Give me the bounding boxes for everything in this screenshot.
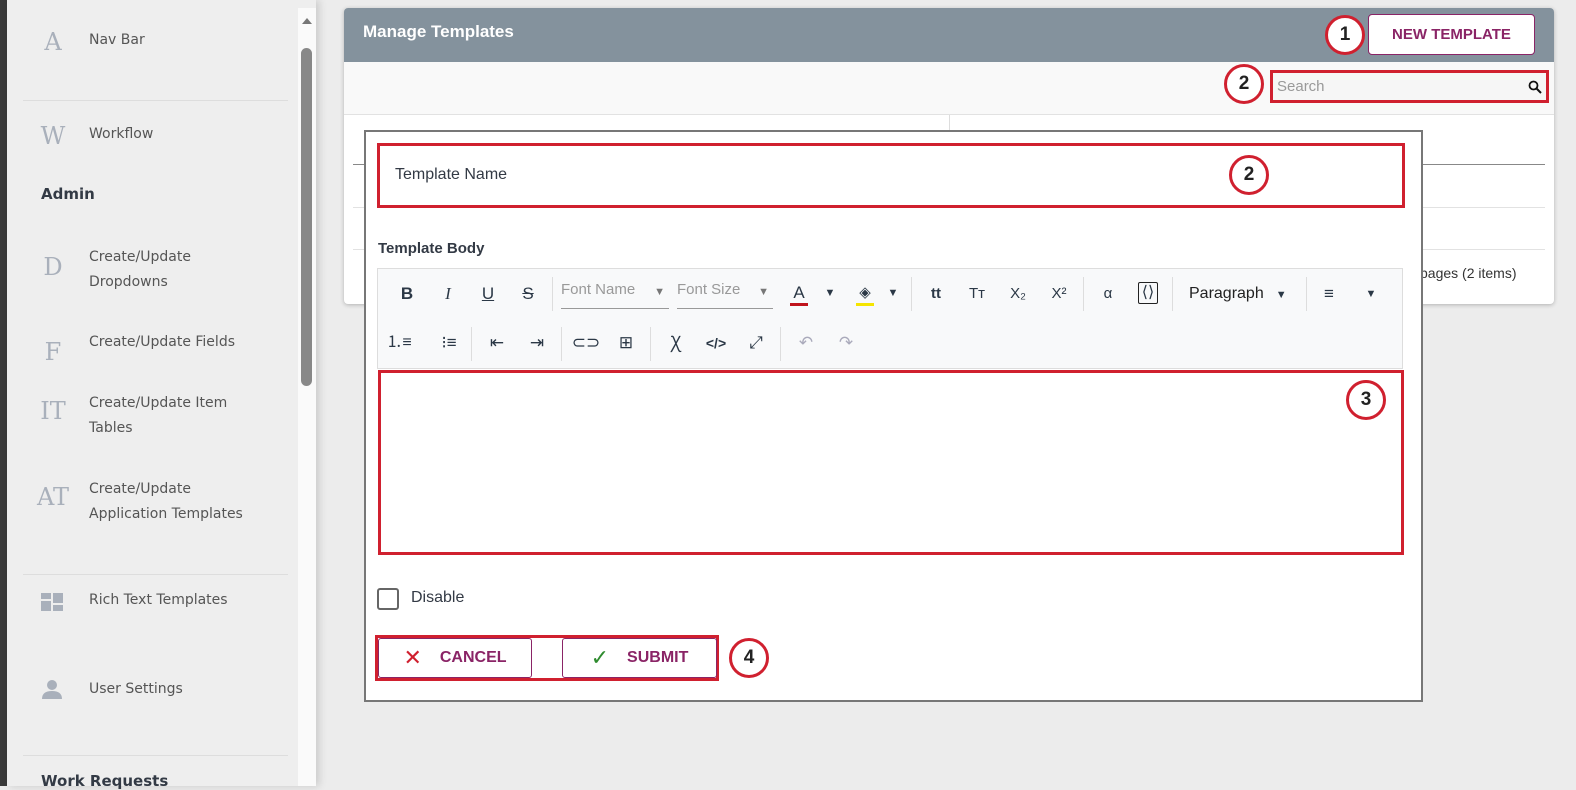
separator <box>552 277 553 311</box>
chevron-down-icon: ▼ <box>758 286 769 298</box>
dashboard-icon <box>41 593 63 611</box>
disable-checkbox[interactable] <box>377 588 399 610</box>
page-title: Manage Templates <box>363 22 514 41</box>
divider <box>23 574 288 575</box>
sidebar-item-label: Create/Update Dropdowns <box>89 249 191 290</box>
sidebar-item-label: Nav Bar <box>89 32 145 48</box>
letter-at-icon: AT <box>36 483 70 511</box>
search-input[interactable]: Search <box>1270 70 1549 103</box>
cancel-label: CANCEL <box>439 649 507 666</box>
special-characters-icon[interactable]: α <box>1093 284 1123 304</box>
code-view-icon[interactable]: </> <box>701 333 731 353</box>
pager-info: pages (2 items) <box>1420 265 1517 281</box>
separator <box>1083 277 1084 311</box>
chevron-down-icon: ▼ <box>654 286 665 298</box>
letter-a-icon: A <box>44 28 62 56</box>
letter-it-icon: IT <box>40 397 66 425</box>
new-template-button[interactable]: NEW TEMPLATE <box>1368 14 1535 55</box>
superscript-icon[interactable]: X² <box>1044 284 1074 304</box>
paragraph-value: Paragraph <box>1189 285 1264 302</box>
submit-button[interactable]: ✓ SUBMIT <box>562 638 717 678</box>
chevron-down-icon[interactable]: ▼ <box>815 283 845 303</box>
sidebar-item-label: User Settings <box>89 681 183 697</box>
editor-toolbar: B I U S Font Name ▼ Font Size ▼ A ▼ ◈ ▼ tt… <box>377 268 1403 369</box>
sidebar: A Nav Bar W Workflow Admin D Create/Update … <box>7 0 316 790</box>
separator <box>561 327 562 361</box>
letter-d-icon: D <box>43 253 63 281</box>
person-icon <box>42 680 62 699</box>
clear-formatting-icon[interactable]: Ꭓ <box>661 333 691 353</box>
fullscreen-icon[interactable]: ⤢ <box>741 333 771 353</box>
font-size-value: Font Size <box>677 281 741 298</box>
font-color-icon[interactable]: A <box>790 283 808 306</box>
separator <box>1172 277 1173 311</box>
sidebar-item-label: Create/Update Fields <box>89 334 235 350</box>
search-placeholder: Search <box>1277 78 1325 95</box>
table-icon[interactable]: ⊞ <box>611 333 641 353</box>
template-body-label: Template Body <box>378 240 485 257</box>
html-source-icon[interactable]: ⟨⟩ <box>1138 282 1158 304</box>
subscript-icon[interactable]: X₂ <box>1003 284 1033 304</box>
separator <box>471 327 472 361</box>
ordered-list-icon[interactable]: ⒈≡ <box>384 333 414 353</box>
scroll-up-icon[interactable] <box>302 18 312 24</box>
check-icon: ✓ <box>590 645 610 670</box>
chevron-down-icon[interactable]: ▼ <box>1356 284 1386 304</box>
annotation-4: 4 <box>729 638 769 678</box>
section-admin: Admin <box>41 185 95 203</box>
align-left-icon[interactable]: ≡ <box>1314 284 1344 304</box>
sidebar-item-label: Create/Update Application Templates <box>89 481 243 522</box>
link-icon[interactable]: ⊂⊃ <box>571 333 601 353</box>
font-name-value: Font Name <box>561 281 636 298</box>
highlight-color-icon[interactable]: ◈ <box>856 283 874 306</box>
uppercase-icon[interactable]: Tт <box>962 284 992 304</box>
close-icon: ✕ <box>403 645 422 670</box>
chevron-down-icon: ▼ <box>1275 289 1287 301</box>
section-work-requests: Work Requests <box>41 772 169 790</box>
font-size-select[interactable]: Font Size ▼ <box>677 279 773 309</box>
letter-w-icon: W <box>40 122 66 150</box>
annotation-1: 1 <box>1325 15 1365 55</box>
unordered-list-icon[interactable]: ⁝≡ <box>434 333 464 353</box>
paragraph-format-select[interactable]: Paragraph ▼ <box>1189 285 1287 303</box>
divider <box>23 100 288 101</box>
italic-icon[interactable]: I <box>433 284 463 304</box>
redo-icon[interactable]: ↷ <box>831 333 861 353</box>
letter-f-icon: F <box>44 338 62 366</box>
action-buttons: ✕ CANCEL ✓ SUBMIT <box>375 635 719 681</box>
bold-icon[interactable]: B <box>392 284 422 304</box>
annotation-3: 3 <box>1346 380 1386 420</box>
submit-label: SUBMIT <box>627 649 689 666</box>
separator <box>1306 277 1307 311</box>
outdent-icon[interactable]: ⇤ <box>482 333 512 353</box>
template-body-editor[interactable] <box>378 370 1404 555</box>
column-divider <box>949 115 950 130</box>
separator <box>780 327 781 361</box>
sidebar-item-label: Workflow <box>89 126 154 142</box>
cancel-button[interactable]: ✕ CANCEL <box>378 638 532 678</box>
annotation-2: 2 <box>1224 64 1264 104</box>
font-name-select[interactable]: Font Name ▼ <box>561 279 669 309</box>
undo-icon[interactable]: ↶ <box>791 333 821 353</box>
card-header: Manage Templates NEW TEMPLATE <box>344 8 1554 62</box>
chevron-down-icon[interactable]: ▼ <box>878 283 908 303</box>
search-icon[interactable] <box>1528 80 1542 94</box>
sidebar-item-label: Create/Update Item Tables <box>89 395 228 436</box>
divider <box>23 755 288 756</box>
strikethrough-icon[interactable]: S <box>513 284 543 304</box>
annotation-2b: 2 <box>1229 155 1269 195</box>
indent-icon[interactable]: ⇥ <box>522 333 552 353</box>
sidebar-item-label: Rich Text Templates <box>89 592 228 608</box>
separator <box>650 327 651 361</box>
scrollbar-thumb[interactable] <box>301 48 312 386</box>
separator <box>911 277 912 311</box>
template-dialog: Template Name Template Body B I U S Font… <box>364 130 1423 702</box>
underline-icon[interactable]: U <box>473 284 503 304</box>
window-edge <box>0 0 7 786</box>
disable-label: Disable <box>411 589 465 606</box>
card-toolbar: Search <box>344 62 1554 115</box>
font-case-icon[interactable]: tt <box>921 284 951 304</box>
